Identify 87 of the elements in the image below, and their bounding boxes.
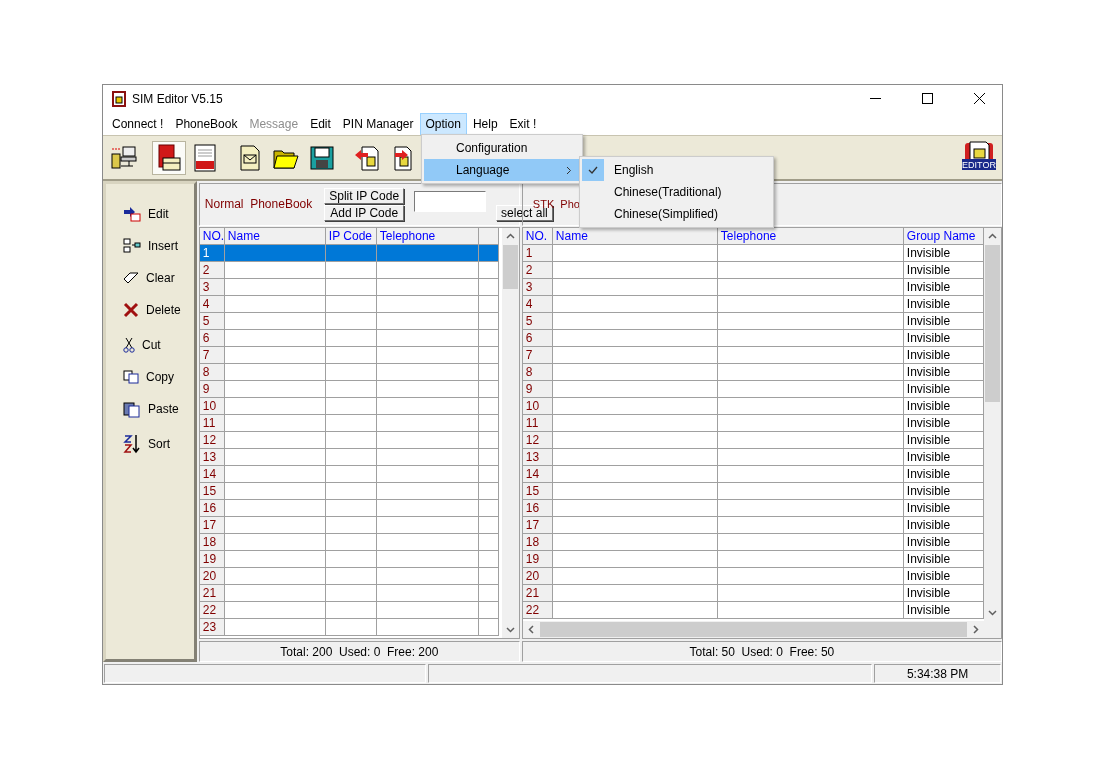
column-header: Name [224,227,326,245]
sidebar-button[interactable]: Insert [106,234,194,257]
scissors-icon [123,336,135,353]
table-row[interactable]: 6 [199,329,502,347]
menu-item[interactable]: PhoneBook [169,112,244,135]
computer-icon [111,144,137,171]
table-row[interactable]: 3 [199,278,502,296]
column-header: Group Name [903,227,984,245]
table-row[interactable]: 5 [199,312,502,330]
table-row[interactable]: 14 [199,465,502,483]
status-time: 5:34:38 PM [874,664,1001,683]
maximize-icon [921,93,933,104]
paste-icon [123,399,141,418]
phonebook-icon [156,143,182,172]
column-header: IP Code [325,227,377,245]
table-row[interactable]: 23 [199,618,502,636]
table-row[interactable]: 17 [199,516,502,534]
menu-option[interactable]: Chinese(Simplified) [582,203,771,225]
horizontal-scrollbar[interactable] [522,621,984,639]
menu-item[interactable]: PIN Manager [336,112,420,135]
table-row[interactable]: 7 [199,346,502,364]
sidebar-button[interactable]: Delete [106,298,194,321]
sim-arrow-right-icon [394,144,412,171]
table-row[interactable]: 9 [199,380,502,398]
column-header: NO. [199,227,225,245]
table-row[interactable]: 12 [199,431,502,449]
sidebar-button[interactable]: Edit [106,202,194,225]
sidebar-button[interactable]: Sort [106,432,194,455]
table-row[interactable]: 19 [199,550,502,568]
menu-option[interactable]: Chinese(Traditional) [582,181,771,203]
close-icon [973,93,985,104]
menu-option[interactable]: Language [424,159,580,181]
pencil-arrow-icon [123,205,141,222]
table-row[interactable]: 16 [199,499,502,517]
sidebar-button[interactable]: Clear [106,266,194,289]
insert-rows-icon [123,237,141,254]
check-icon [588,166,598,174]
menu-item[interactable]: Option [419,112,467,135]
sidebar-button[interactable]: Paste [106,397,194,420]
menu-item[interactable]: Exit ! [503,112,543,135]
eraser-icon [123,271,139,284]
table-row[interactable]: 18 [199,533,502,551]
minimize-icon [869,98,881,99]
table-row[interactable]: 22 [199,601,502,619]
table-row[interactable]: 20 [199,567,502,585]
table-row[interactable]: 11 [199,414,502,432]
table-row[interactable]: 8 [199,363,502,381]
input-field[interactable] [414,190,487,212]
scroll-down-icon [505,626,515,633]
delete-x-icon [123,301,139,318]
sim-arrow-left-icon [354,144,380,171]
menu-item[interactable]: Help [466,112,504,135]
panel-title: Normal PhoneBook [204,197,313,212]
table-row[interactable]: 15 [199,482,502,500]
menu-option[interactable]: Configuration [424,137,580,159]
table-row[interactable]: 2 [199,261,502,279]
scrollbar-thumb[interactable] [502,244,518,289]
ip-code-button[interactable]: Split IP Code [324,187,405,204]
table-row[interactable]: 4 [199,295,502,313]
sms-document-icon [193,143,217,172]
sidebar-button[interactable]: Copy [106,365,194,388]
sidebar-button[interactable]: Cut [106,333,194,356]
column-header: NO. [522,227,553,245]
scrollbar-thumb[interactable] [539,622,967,638]
menu-item[interactable]: Edit [304,112,337,135]
scrollbar-thumb[interactable] [985,244,1000,402]
column-header: Telephone [717,227,904,245]
menu-item[interactable]: Connect ! [106,112,170,135]
copy-icon [123,369,139,384]
toolbar-button[interactable] [152,140,186,175]
vertical-scrollbar[interactable] [984,227,1001,639]
summary-text: Total: 50 Used: 0 Free: 50 [689,644,835,659]
scroll-up-icon [505,233,515,240]
summary-text: Total: 200 Used: 0 Free: 200 [280,644,439,659]
column-header: Telephone [376,227,479,245]
scroll-up-icon [988,233,997,240]
table-row[interactable]: 10 [199,397,502,415]
window-title: SIM Editor V5.15 [132,91,224,106]
sort-az-icon [123,433,141,454]
table-row[interactable]: 1 [199,244,502,262]
table-row[interactable]: 21 [199,584,502,602]
envelope-document-icon [239,144,261,171]
vertical-scrollbar[interactable] [501,227,519,639]
scroll-down-icon [988,609,997,616]
table-row[interactable]: 13 [199,448,502,466]
sim-editor-logo: EDITOR [962,141,996,171]
sim-card-icon [112,90,126,107]
